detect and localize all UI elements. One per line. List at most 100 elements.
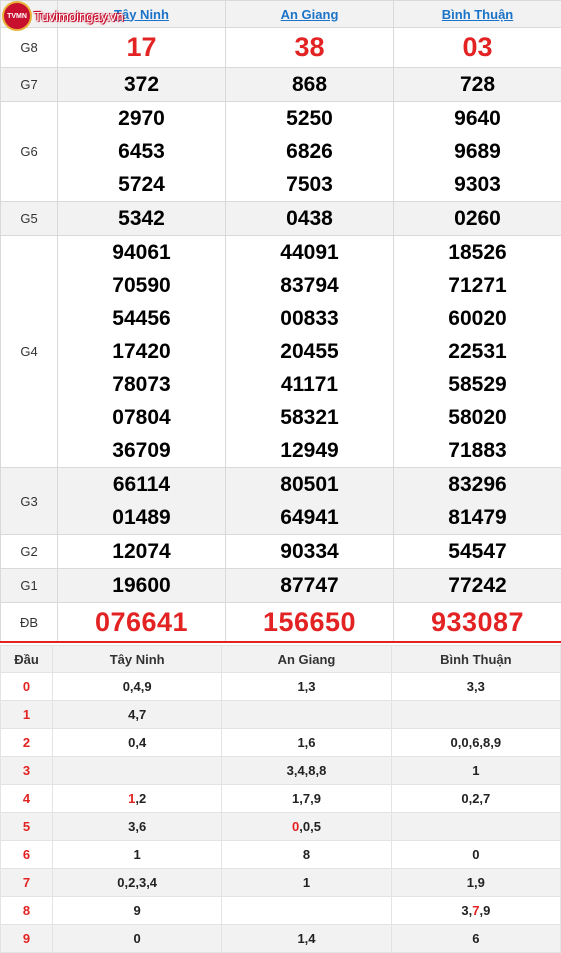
prize-number: 6826 <box>286 140 333 163</box>
loto-tails: 0,0,6,8,9 <box>390 728 561 757</box>
prize-number: 17 <box>126 32 157 62</box>
loto-header-province: An Giang <box>221 645 392 673</box>
prize-row-g3: G3 66114 01489 80501 64941 83296 81479 <box>0 467 561 535</box>
prize-number: 03 <box>462 32 493 62</box>
loto-row: 5 3,6 0,0,5 <box>0 812 561 841</box>
loto-tails: 1,3 <box>221 672 392 701</box>
loto-tails: 4,7 <box>51 700 223 729</box>
loto-row: 2 0,4 1,6 0,0,6,8,9 <box>0 728 561 757</box>
loto-head-digit: 6 <box>0 840 53 869</box>
site-logo[interactable]: TVMN Tuvimoingay.vn <box>0 0 124 32</box>
loto-tails: 1,9 <box>390 868 561 897</box>
prize-number: 2970 <box>118 107 165 130</box>
prize-number: 5250 <box>286 107 333 130</box>
prize-number: 60020 <box>448 307 507 330</box>
prize-number: 9640 <box>454 107 501 130</box>
loto-tails: 3,4,8,8 <box>221 756 392 785</box>
prize-number: 07804 <box>112 406 171 429</box>
prize-number: 58321 <box>280 406 339 429</box>
header-province-2: An Giang <box>225 0 394 28</box>
prize-number: 64941 <box>280 506 339 529</box>
prize-number: 20455 <box>280 340 339 363</box>
prize-label: G5 <box>0 201 58 236</box>
prize-number: 38 <box>294 32 325 62</box>
loto-row: 8 9 3,7,9 <box>0 896 561 925</box>
loto-tails: 0,4 <box>51 728 223 757</box>
header-province-3: Bình Thuận <box>393 0 561 28</box>
loto-row: 0 0,4,9 1,3 3,3 <box>0 672 561 701</box>
loto-head-digit: 7 <box>0 868 53 897</box>
prize-number: 90334 <box>280 540 339 563</box>
loto-tails: 3,6 <box>51 812 223 841</box>
prize-number: 58020 <box>448 406 507 429</box>
prize-number: 44091 <box>280 241 339 264</box>
special-prize-number: 076641 <box>94 607 189 637</box>
prize-number: 58529 <box>448 373 507 396</box>
loto-head-digit: 9 <box>0 924 53 953</box>
prize-label: G1 <box>0 568 58 603</box>
loto-tails: 8 <box>221 840 392 869</box>
province-link-binh-thuan[interactable]: Bình Thuận <box>442 7 514 22</box>
prize-number: 78073 <box>112 373 171 396</box>
loto-header-province: Bình Thuận <box>390 645 561 673</box>
prize-row-special: ĐB 076641 156650 933087 <box>0 602 561 643</box>
logo-site-name: Tuvimoingay.vn <box>34 8 124 24</box>
loto-tails: 0,2,7 <box>390 784 561 813</box>
prize-label: ĐB <box>0 602 58 643</box>
prize-number: 22531 <box>448 340 507 363</box>
loto-head-digit: 3 <box>0 756 53 785</box>
prize-number: 54456 <box>112 307 171 330</box>
loto-row: 6 1 8 0 <box>0 840 561 869</box>
prize-row-g4: G4 94061 70590 54456 17420 78073 07804 3… <box>0 235 561 468</box>
loto-head-digit: 1 <box>0 700 53 729</box>
prize-number: 87747 <box>280 574 339 597</box>
prize-row-g8: G8 17 38 03 <box>0 27 561 68</box>
prize-label: G2 <box>0 534 58 569</box>
loto-head-digit: 2 <box>0 728 53 757</box>
prize-number: 19600 <box>112 574 171 597</box>
province-link-an-giang[interactable]: An Giang <box>281 7 339 22</box>
prize-number: 12949 <box>280 439 339 462</box>
loto-tails: 1,2 <box>51 784 223 813</box>
special-prize-number: 933087 <box>430 607 525 637</box>
prize-number: 12074 <box>112 540 171 563</box>
loto-head-digit: 0 <box>0 672 53 701</box>
prize-number: 5724 <box>118 173 165 196</box>
prize-number: 17420 <box>112 340 171 363</box>
loto-tails: 0,0,5 <box>221 812 392 841</box>
loto-tails: 0,2,3,4 <box>51 868 223 897</box>
prize-number: 18526 <box>448 241 507 264</box>
prize-number: 0260 <box>454 207 501 230</box>
prize-number: 36709 <box>112 439 171 462</box>
loto-header-province: Tây Ninh <box>51 645 223 673</box>
prize-number: 5342 <box>118 207 165 230</box>
prize-number: 9689 <box>454 140 501 163</box>
loto-row: 7 0,2,3,4 1 1,9 <box>0 868 561 897</box>
prize-number: 868 <box>291 73 328 96</box>
prize-number: 00833 <box>280 307 339 330</box>
prize-number: 83296 <box>448 473 507 496</box>
prize-number: 81479 <box>448 506 507 529</box>
prize-label: G6 <box>0 101 58 202</box>
special-prize-number: 156650 <box>262 607 357 637</box>
prize-number: 66114 <box>112 473 171 496</box>
loto-head-digit: 8 <box>0 896 53 925</box>
loto-tails <box>51 756 223 785</box>
results-table: Tây Ninh An Giang Bình Thuận G8 17 38 03… <box>0 0 561 643</box>
prize-number: 0438 <box>286 207 333 230</box>
loto-row: 3 3,4,8,8 1 <box>0 756 561 785</box>
loto-tails <box>221 896 392 925</box>
prize-label: G3 <box>0 467 58 535</box>
prize-row-g6: G6 2970 6453 5724 5250 6826 7503 9640 96… <box>0 101 561 202</box>
loto-row: 4 1,2 1,7,9 0,2,7 <box>0 784 561 813</box>
prize-row-g2: G2 12074 90334 54547 <box>0 534 561 569</box>
section-divider <box>0 641 561 643</box>
prize-number: 728 <box>459 73 496 96</box>
prize-number: 01489 <box>112 506 171 529</box>
loto-tails: 1 <box>390 756 561 785</box>
logo-badge-icon: TVMN <box>2 1 32 31</box>
prize-number: 6453 <box>118 140 165 163</box>
prize-label: G7 <box>0 67 58 102</box>
loto-header-row: Đầu Tây Ninh An Giang Bình Thuận <box>0 645 561 673</box>
loto-tails: 1 <box>51 840 223 869</box>
